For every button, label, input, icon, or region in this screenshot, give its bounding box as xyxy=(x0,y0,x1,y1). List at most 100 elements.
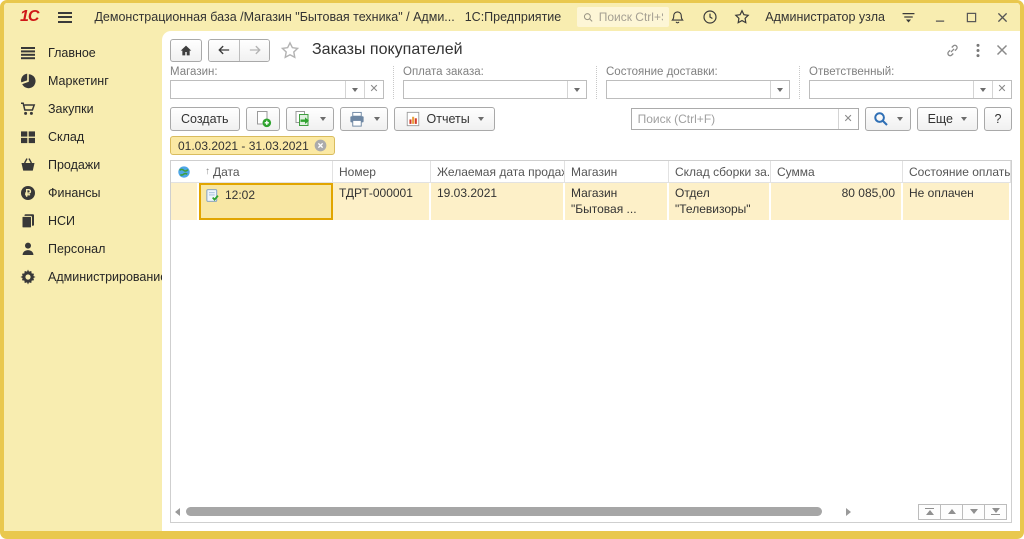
back-button[interactable] xyxy=(209,40,239,61)
notifications-bell-icon[interactable] xyxy=(669,9,686,26)
filter-store-input[interactable] xyxy=(171,81,345,98)
list-search-clear-icon[interactable]: ✕ xyxy=(838,109,858,129)
sidebar-item-personnel[interactable]: Персонал xyxy=(4,235,162,263)
pie-chart-icon xyxy=(20,73,36,89)
history-icon[interactable] xyxy=(701,9,718,26)
filter-store-clear-icon[interactable]: ✕ xyxy=(364,81,383,98)
table-row[interactable]: 12:02 ТДРТ-000001 19.03.2021 Магазин "Бы… xyxy=(171,183,1011,220)
warehouse-name: Отдел "Телевизоры" xyxy=(675,186,751,216)
column-header-label: Сумма xyxy=(777,165,815,179)
period-filter-chip[interactable]: 01.03.2021 - 31.03.2021 xyxy=(170,136,335,155)
home-button[interactable] xyxy=(170,39,202,62)
scroll-right-icon[interactable] xyxy=(846,508,851,516)
minimize-button[interactable] xyxy=(932,9,948,25)
advanced-search-button[interactable] xyxy=(865,107,911,131)
filter-responsible-clear-icon[interactable]: ✕ xyxy=(992,81,1011,98)
date-cell-selected[interactable]: 12:02 xyxy=(199,183,333,220)
forward-button[interactable] xyxy=(239,40,269,61)
list-search-field[interactable]: ✕ xyxy=(631,108,859,130)
column-header-payment-status[interactable]: Состояние оплаты xyxy=(903,161,1011,182)
gear-icon xyxy=(20,269,36,285)
form-menu-kebab-icon[interactable] xyxy=(976,43,980,58)
more-button-label: Еще xyxy=(928,112,953,126)
filter-store-label: Магазин: xyxy=(170,66,384,78)
filter-payment-dropdown-icon[interactable] xyxy=(567,81,586,98)
help-button[interactable]: ? xyxy=(984,107,1012,131)
sidebar-item-administration[interactable]: Администрирование xyxy=(4,263,162,291)
close-window-button[interactable] xyxy=(994,9,1010,25)
filter-responsible-input[interactable] xyxy=(810,81,973,98)
sort-ascending-icon: ↑ xyxy=(205,166,210,177)
service-menu-icon[interactable] xyxy=(900,9,917,26)
column-header-date[interactable]: ↑ Дата xyxy=(199,161,333,182)
home-icon xyxy=(179,44,193,57)
filter-responsible: Ответственный: ✕ xyxy=(799,66,1012,99)
sidebar-item-label: Закупки xyxy=(48,102,94,116)
reports-button[interactable]: Отчеты xyxy=(394,107,495,131)
sidebar-item-finance[interactable]: ₽ Финансы xyxy=(4,179,162,207)
main-menu-icon[interactable] xyxy=(58,12,72,23)
go-last-row-button[interactable] xyxy=(984,504,1007,520)
column-header-sum[interactable]: Сумма xyxy=(771,161,903,182)
list-search-input[interactable] xyxy=(632,109,838,129)
favorites-star-icon[interactable] xyxy=(733,9,750,26)
store-cell[interactable]: Магазин "Бытовая ... xyxy=(565,183,669,220)
payment-status-cell[interactable]: Не оплачен xyxy=(903,183,1011,220)
scroll-left-icon[interactable] xyxy=(175,508,180,516)
filter-store-dropdown-icon[interactable] xyxy=(345,81,364,98)
global-search-input[interactable] xyxy=(599,10,664,24)
go-next-row-button[interactable] xyxy=(962,504,985,520)
svg-text:₽: ₽ xyxy=(25,189,32,200)
sum-cell[interactable]: 80 085,00 xyxy=(771,183,903,220)
order-sum: 80 085,00 xyxy=(842,186,895,200)
close-form-icon[interactable] xyxy=(996,44,1008,56)
filter-store: Магазин: ✕ xyxy=(170,66,384,99)
maximize-button[interactable] xyxy=(963,9,979,25)
history-nav-group xyxy=(208,39,270,62)
get-link-icon[interactable] xyxy=(945,43,960,58)
column-header-warehouse[interactable]: Склад сборки за... xyxy=(669,161,771,182)
sidebar-item-warehouse[interactable]: Склад xyxy=(4,123,162,151)
sidebar-item-nsi[interactable]: НСИ xyxy=(4,207,162,235)
more-button[interactable]: Еще xyxy=(917,107,978,131)
list-toolbar: Создать Отчеты xyxy=(168,103,1014,136)
data-source-globe-cell xyxy=(171,161,199,182)
sidebar-item-sales[interactable]: Продажи xyxy=(4,151,162,179)
sidebar-item-purchases[interactable]: Закупки xyxy=(4,95,162,123)
filter-payment-input[interactable] xyxy=(404,81,567,98)
scrollbar-thumb[interactable] xyxy=(186,507,822,516)
desired-date-cell[interactable]: 19.03.2021 xyxy=(431,183,565,220)
go-previous-row-button[interactable] xyxy=(940,504,963,520)
copy-plus-icon xyxy=(254,110,272,128)
order-number-cell[interactable]: ТДРТ-000001 xyxy=(333,183,431,220)
filter-delivery-dropdown-icon[interactable] xyxy=(770,81,789,98)
sidebar-item-label: Продажи xyxy=(48,158,100,172)
add-to-favorites-star-icon[interactable] xyxy=(280,41,300,60)
row-marker-cell[interactable] xyxy=(171,183,199,220)
order-number: ТДРТ-000001 xyxy=(339,186,413,200)
payment-status: Не оплачен xyxy=(909,186,974,200)
report-chart-icon xyxy=(405,111,421,127)
horizontal-scrollbar[interactable] xyxy=(185,506,841,517)
column-header-number[interactable]: Номер xyxy=(333,161,431,182)
filter-responsible-dropdown-icon[interactable] xyxy=(973,81,992,98)
create-button[interactable]: Создать xyxy=(170,107,240,131)
filter-responsible-label: Ответственный: xyxy=(809,66,1012,78)
column-header-store[interactable]: Магазин xyxy=(565,161,669,182)
globe-icon xyxy=(177,165,191,179)
go-first-row-button[interactable] xyxy=(918,504,941,520)
print-button[interactable] xyxy=(340,107,388,131)
store-name: Магазин "Бытовая ... xyxy=(571,186,637,216)
column-header-desired-date[interactable]: Желаемая дата продажи xyxy=(431,161,565,182)
more-dropdown-icon xyxy=(961,117,967,121)
warehouse-cell[interactable]: Отдел "Телевизоры" xyxy=(669,183,771,220)
remove-filter-icon[interactable] xyxy=(314,139,327,152)
create-by-copy-button[interactable] xyxy=(246,107,280,131)
global-search[interactable] xyxy=(577,7,669,27)
create-based-on-button[interactable] xyxy=(286,107,334,131)
sidebar-item-main[interactable]: Главное xyxy=(4,39,162,67)
sidebar-item-marketing[interactable]: Маркетинг xyxy=(4,67,162,95)
filter-delivery-input[interactable] xyxy=(607,81,770,98)
user-name[interactable]: Администратор узла xyxy=(765,10,885,24)
filter-payment-label: Оплата заказа: xyxy=(403,66,587,78)
